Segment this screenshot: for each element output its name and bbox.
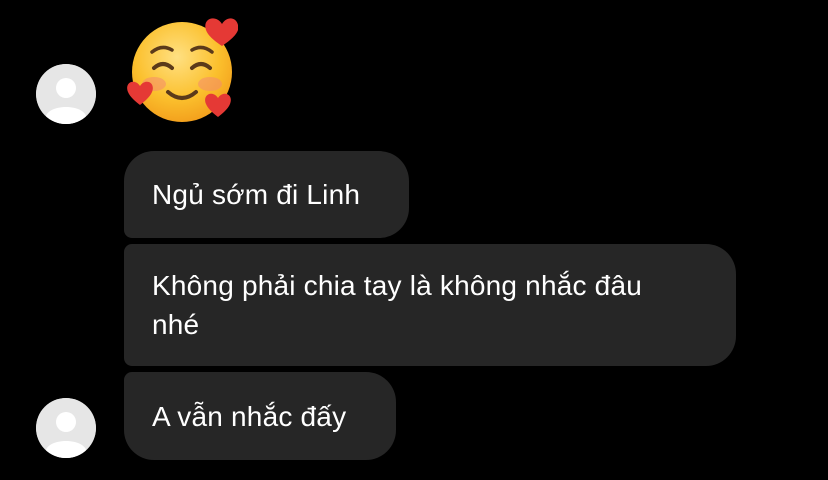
message-bubble[interactable]: Ngủ sớm đi Linh <box>124 151 409 238</box>
message-text: A vẫn nhắc đấy <box>152 400 347 432</box>
default-avatar-icon <box>36 398 96 458</box>
message-text: Ngủ sớm đi Linh <box>152 179 361 210</box>
sender-avatar[interactable] <box>36 398 96 458</box>
smiling-face-with-hearts-emoji[interactable] <box>126 14 239 126</box>
message-bubble[interactable]: Không phải chia tay là không nhắc đâu nh… <box>124 244 736 366</box>
message-bubble[interactable]: A vẫn nhắc đấy <box>124 372 396 460</box>
smiling-face-with-hearts-icon <box>127 18 239 122</box>
default-avatar-icon <box>36 64 96 124</box>
sender-avatar[interactable] <box>36 64 96 124</box>
message-text: Không phải chia tay là không nhắc đâu nh… <box>152 270 642 340</box>
